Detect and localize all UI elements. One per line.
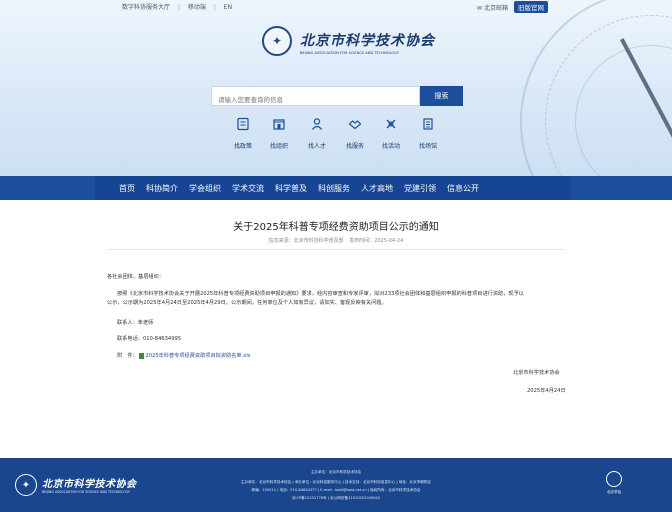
quick-link-label: 找组织 bbox=[269, 143, 288, 150]
nav-item-talent[interactable]: 人才高地 bbox=[361, 183, 393, 194]
nav-item-academic[interactable]: 学术交流 bbox=[232, 183, 264, 194]
attachment: 附 件： 2025年科普专项经费资助项目拟资助名单.xls bbox=[117, 352, 251, 361]
search-input[interactable] bbox=[212, 91, 419, 109]
old-site-button[interactable]: 旧版官网 bbox=[513, 1, 548, 13]
person-icon bbox=[312, 118, 322, 130]
footer-badge[interactable]: 北京学会 bbox=[603, 471, 625, 495]
nav-item-about[interactable]: 科协简介 bbox=[146, 183, 178, 194]
sign-date: 2025年4月24日 bbox=[527, 388, 566, 394]
title-divider bbox=[107, 249, 565, 250]
nav-item-disclosure[interactable]: 信息公开 bbox=[447, 183, 479, 194]
org-name-en: BEIJING ASSOCIATION FOR SCIENCE AND TECH… bbox=[300, 51, 400, 55]
footer: ✦ 北京市科学技术协会 BEIJING ASSOCIATION FOR SCIE… bbox=[0, 458, 672, 512]
document-icon bbox=[237, 117, 249, 131]
attachment-label: 附 件： bbox=[117, 353, 138, 359]
quick-link-organization[interactable]: 找组织 bbox=[264, 117, 294, 152]
building-icon bbox=[273, 119, 285, 130]
attachment-link[interactable]: 2025年科普专项经费资助项目拟资助名单.xls bbox=[145, 353, 250, 359]
top-bar: 数字科协服务大厅 | 移动端 | EN ✉ 北京邮箱 旧版官网 bbox=[0, 1, 672, 14]
search-box bbox=[211, 86, 420, 109]
top-links: 数字科协服务大厅 | 移动端 | EN bbox=[122, 2, 238, 11]
separator: | bbox=[213, 4, 216, 11]
quick-link-policy[interactable]: 找政策 bbox=[228, 117, 258, 152]
org-logo[interactable]: ✦ bbox=[262, 26, 292, 56]
mail-link[interactable]: ✉ 北京邮箱 bbox=[477, 3, 508, 12]
quick-link-venue[interactable]: 找场馆 bbox=[413, 117, 443, 152]
quick-link-talent[interactable]: 找人才 bbox=[302, 117, 332, 152]
article-title: 关于2025年科普专项经费资助项目公示的通知 bbox=[233, 222, 439, 233]
top-right: ✉ 北京邮箱 旧版官网 bbox=[477, 1, 548, 13]
nav-item-societies[interactable]: 学会组织 bbox=[189, 183, 221, 194]
org-name: 北京市科学技术协会 bbox=[300, 33, 435, 49]
footer-line: 邮编：100011 | 电话：010-84634377 | E-mail：bas… bbox=[251, 488, 421, 492]
activity-icon bbox=[386, 119, 396, 129]
separator: | bbox=[177, 4, 180, 11]
quick-link-label: 找人才 bbox=[307, 143, 326, 150]
mail-label: 北京邮箱 bbox=[483, 4, 508, 12]
article-body-line2: 公示，公示期为2025年4月24日至2025年4月29日。公示期间，任何单位及个… bbox=[107, 299, 387, 306]
mobile-link[interactable]: 移动端 bbox=[188, 4, 206, 11]
badge-icon bbox=[606, 471, 622, 487]
contact-phone: 联系电话：010-84634995 bbox=[117, 336, 182, 342]
footer-line: 主办单位：北京市科学技术协会 bbox=[310, 470, 362, 474]
handshake-icon bbox=[348, 120, 362, 130]
english-link[interactable]: EN bbox=[224, 4, 232, 11]
nav-item-innovation[interactable]: 科创服务 bbox=[318, 183, 350, 194]
article-source: 信息来源：北京市科协科学普及部 bbox=[268, 238, 344, 244]
main-nav: 首页 科协简介 学会组织 学术交流 科学普及 科创服务 人才高地 党建引领 信息… bbox=[0, 176, 672, 200]
footer-icp-line[interactable]: 京ICP备12231776号 | 京公网安备11010502040042 bbox=[0, 496, 672, 501]
quick-link-label: 找政策 bbox=[233, 143, 252, 150]
service-hall-link[interactable]: 数字科协服务大厅 bbox=[122, 4, 170, 11]
badge-label: 北京学会 bbox=[606, 490, 622, 494]
quick-link-service[interactable]: 找服务 bbox=[340, 117, 370, 152]
excel-file-icon bbox=[139, 352, 145, 359]
quick-link-activity[interactable]: 找活动 bbox=[376, 117, 406, 152]
quick-link-label: 找活动 bbox=[381, 143, 400, 150]
mail-icon: ✉ bbox=[477, 4, 483, 12]
article-date: 发布时间：2025-04-24 bbox=[349, 238, 404, 244]
nav-items: 首页 科协简介 学会组织 学术交流 科学普及 科创服务 人才高地 党建引领 信息… bbox=[119, 176, 490, 200]
article-body: 按照《北京市科学技术协会关于开展2025年科普专项经费资助项目申报的通知》要求，… bbox=[107, 290, 567, 307]
venue-icon bbox=[423, 118, 433, 130]
header-banner: 数字科协服务大厅 | 移动端 | EN ✉ 北京邮箱 旧版官网 ✦ 北京市科学技… bbox=[0, 0, 672, 200]
nav-item-popularization[interactable]: 科学普及 bbox=[275, 183, 307, 194]
article-greeting: 各社会团体、基层组织： bbox=[107, 274, 165, 280]
article-meta: 信息来源：北京市科协科学普及部 发布时间：2025-04-24 bbox=[0, 237, 672, 244]
nav-item-party[interactable]: 党建引领 bbox=[404, 183, 436, 194]
contact-person: 联系人：朱老师 bbox=[117, 320, 154, 326]
search-button[interactable]: 搜索 bbox=[420, 86, 463, 106]
nav-item-home[interactable]: 首页 bbox=[119, 183, 135, 194]
article-body-line1: 按照《北京市科学技术协会关于开展2025年科普专项经费资助项目申报的通知》要求，… bbox=[117, 291, 509, 297]
signature: 北京市科学技术协会 bbox=[513, 370, 560, 376]
quick-link-label: 找场馆 bbox=[418, 143, 437, 150]
article-body-line1-end: 现予以 bbox=[508, 291, 524, 297]
quick-link-label: 找服务 bbox=[345, 143, 364, 150]
footer-line: 主办单位：北京市科学技术协会 | 承办单位：北京科技服务中心 | 技术支持：北京… bbox=[240, 480, 432, 484]
